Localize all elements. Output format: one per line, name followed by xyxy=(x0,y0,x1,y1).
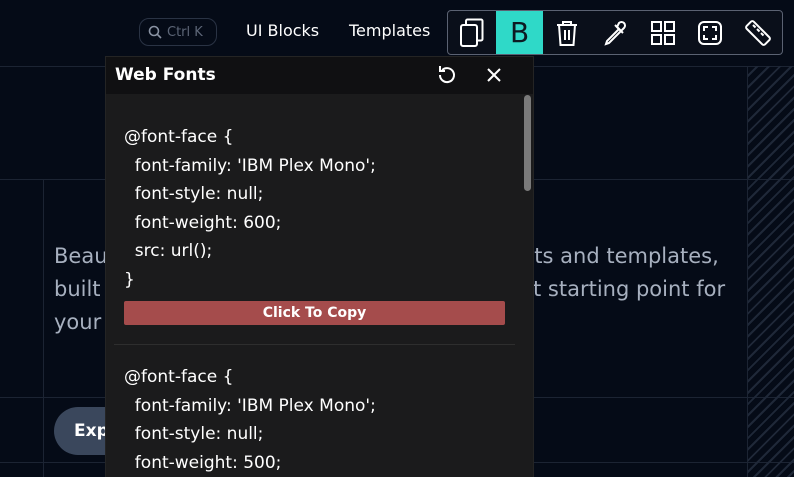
grid-icon xyxy=(650,20,675,45)
copy-button[interactable]: Click To Copy xyxy=(124,301,505,325)
delete-tool-button[interactable] xyxy=(543,11,591,54)
ruler-icon xyxy=(745,19,772,46)
font-face-code: @font-face { font-family: 'IBM Plex Mono… xyxy=(124,367,376,473)
refresh-icon xyxy=(438,66,455,84)
screenshot-frame-icon xyxy=(698,20,723,45)
panel-body: @font-face { font-family: 'IBM Plex Mono… xyxy=(106,94,533,477)
scrollbar-thumb[interactable] xyxy=(524,95,531,191)
color-picker-tool-button[interactable] xyxy=(591,11,639,54)
panel-header: Web Fonts xyxy=(106,57,533,94)
web-fonts-panel: Web Fonts @font-face { font-family: 'IBM… xyxy=(106,57,533,477)
hero-line-2-left: built xyxy=(54,277,101,301)
hero-line-3-left: your xyxy=(54,310,102,334)
search-box[interactable]: Ctrl K xyxy=(139,18,217,46)
devtools-toolbar: B xyxy=(447,10,783,55)
hero-line-1-left: Beau xyxy=(54,244,108,268)
bold-b-icon: B xyxy=(509,16,530,49)
hero-line-2-right: t starting point for xyxy=(533,277,726,301)
striped-gutter xyxy=(748,66,794,477)
font-face-code: @font-face { font-family: 'IBM Plex Mono… xyxy=(124,127,376,290)
hero-line-1-right: nts and templates, xyxy=(521,244,719,268)
screenshot-tool-button[interactable] xyxy=(687,11,735,54)
entry-separator xyxy=(114,344,515,345)
ruler-tool-button[interactable] xyxy=(734,11,782,54)
nav-link-templates[interactable]: Templates xyxy=(349,21,430,40)
close-button[interactable] xyxy=(481,63,507,87)
eyedropper-icon xyxy=(604,20,627,46)
copy-tool-button[interactable] xyxy=(448,11,496,54)
panel-title: Web Fonts xyxy=(115,65,216,85)
divider xyxy=(43,180,44,477)
refresh-button[interactable] xyxy=(434,63,460,87)
font-tool-button[interactable]: B xyxy=(495,11,544,54)
close-icon xyxy=(487,68,501,82)
grid-tool-button[interactable] xyxy=(639,11,687,54)
nav-link-ui-blocks[interactable]: UI Blocks xyxy=(246,21,319,40)
search-placeholder: Ctrl K xyxy=(167,24,203,40)
copy-icon xyxy=(459,18,484,47)
search-icon xyxy=(148,25,162,39)
trash-icon xyxy=(557,20,578,46)
